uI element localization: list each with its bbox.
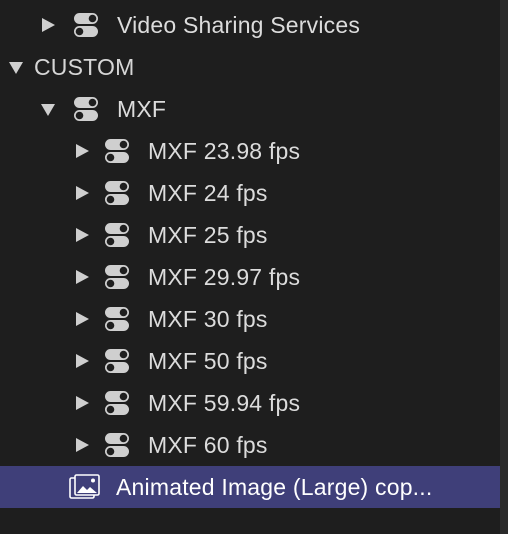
preset-toggle-icon	[105, 391, 129, 415]
tree-row-label: Video Sharing Services	[117, 12, 361, 38]
disclosure-triangle-collapsed-icon[interactable]	[76, 270, 89, 284]
preset-toggle-icon	[74, 13, 98, 37]
tree-row-label: MXF 23.98 fps	[148, 138, 301, 164]
scrollbar-track[interactable]	[500, 0, 508, 534]
tree-row-mxf-50[interactable]: MXF 50 fps	[0, 340, 500, 382]
tree-row-label: MXF 24 fps	[148, 180, 268, 206]
presets-tree: Video Sharing Services CUSTOM MXF MXF 23…	[0, 0, 500, 534]
disclosure-triangle-collapsed-icon[interactable]	[76, 228, 89, 242]
tree-row-label: MXF 59.94 fps	[148, 390, 301, 416]
tree-row-label: Animated Image (Large) cop...	[116, 474, 433, 500]
preset-toggle-icon	[105, 265, 129, 289]
tree-row-mxf-60[interactable]: MXF 60 fps	[0, 424, 500, 466]
tree-section-custom[interactable]: CUSTOM	[0, 46, 500, 88]
disclosure-triangle-collapsed-icon[interactable]	[76, 312, 89, 326]
tree-row-label: MXF	[117, 96, 167, 122]
tree-row-label: MXF 25 fps	[148, 222, 268, 248]
tree-row-mxf-24[interactable]: MXF 24 fps	[0, 172, 500, 214]
disclosure-triangle-collapsed-icon[interactable]	[76, 438, 89, 452]
tree-row-animated-image-large-copy[interactable]: Animated Image (Large) cop...	[0, 466, 500, 508]
preset-toggle-icon	[105, 349, 129, 373]
tree-row-label: MXF 60 fps	[148, 432, 268, 458]
image-icon	[69, 474, 100, 499]
tree-row-mxf-25[interactable]: MXF 25 fps	[0, 214, 500, 256]
preset-toggle-icon	[105, 223, 129, 247]
tree-row-label: MXF 30 fps	[148, 306, 268, 332]
disclosure-triangle-collapsed-icon[interactable]	[42, 18, 55, 32]
tree-row-label: MXF 29.97 fps	[148, 264, 301, 290]
tree-row-mxf-29-97[interactable]: MXF 29.97 fps	[0, 256, 500, 298]
preset-toggle-icon	[105, 139, 129, 163]
disclosure-triangle-expanded-icon[interactable]	[9, 62, 23, 74]
tree-row-video-sharing-services[interactable]: Video Sharing Services	[0, 4, 500, 46]
preset-toggle-icon	[74, 97, 98, 121]
tree-row-mxf-23-98[interactable]: MXF 23.98 fps	[0, 130, 500, 172]
disclosure-triangle-expanded-icon[interactable]	[41, 104, 55, 116]
disclosure-triangle-collapsed-icon[interactable]	[76, 396, 89, 410]
preset-toggle-icon	[105, 307, 129, 331]
preset-toggle-icon	[105, 181, 129, 205]
preset-toggle-icon	[105, 433, 129, 457]
disclosure-triangle-collapsed-icon[interactable]	[76, 144, 89, 158]
disclosure-triangle-collapsed-icon[interactable]	[76, 186, 89, 200]
section-label: CUSTOM	[34, 54, 135, 80]
disclosure-triangle-collapsed-icon[interactable]	[76, 354, 89, 368]
tree-row-label: MXF 50 fps	[148, 348, 268, 374]
tree-row-mxf[interactable]: MXF	[0, 88, 500, 130]
tree-row-mxf-59-94[interactable]: MXF 59.94 fps	[0, 382, 500, 424]
tree-row-mxf-30[interactable]: MXF 30 fps	[0, 298, 500, 340]
